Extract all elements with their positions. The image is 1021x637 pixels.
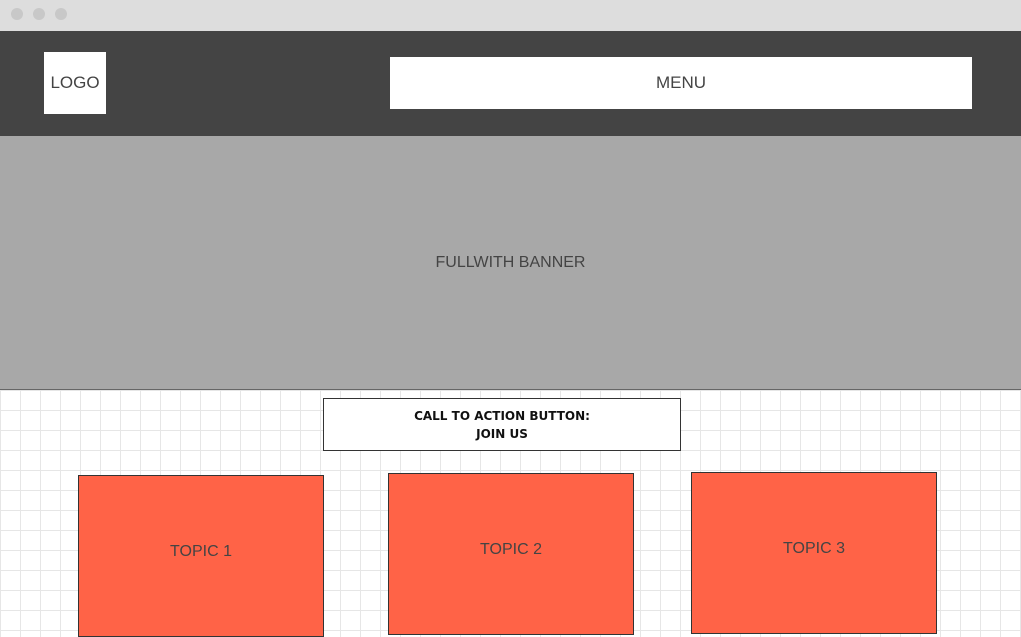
cta-line-1: CALL TO ACTION BUTTON: [414,408,590,423]
topic-label: TOPIC 3 [783,540,845,557]
menu-bar[interactable]: MENU [390,57,972,109]
window-titlebar [0,0,1021,31]
fullwidth-banner: FULLWITH BANNER [0,136,1021,390]
maximize-dot-icon[interactable] [55,8,67,20]
logo[interactable]: LOGO [44,52,106,114]
cta-line-2: JOIN US [476,426,528,441]
site-header: LOGO MENU [0,31,1021,136]
close-dot-icon[interactable] [11,8,23,20]
menu-label: MENU [655,73,707,92]
topic-card-1[interactable]: TOPIC 1 [78,475,324,637]
topic-card-2[interactable]: TOPIC 2 [388,473,634,635]
topic-label: TOPIC 1 [170,543,232,560]
topic-label: TOPIC 2 [480,541,542,558]
banner-label: FULLWITH BANNER [435,253,586,271]
minimize-dot-icon[interactable] [33,8,45,20]
join-us-button[interactable]: CALL TO ACTION BUTTON: JOIN US [323,398,681,451]
logo-label: LOGO [50,73,100,92]
topic-card-3[interactable]: TOPIC 3 [691,472,937,634]
